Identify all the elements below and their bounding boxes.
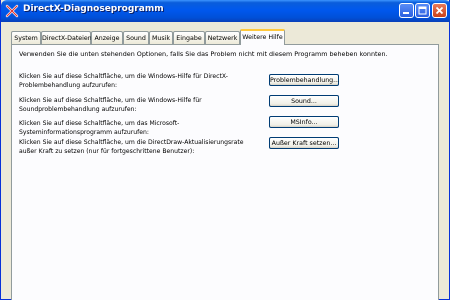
tab-netzwerk[interactable]: Netzwerk [205,31,240,44]
sound-button[interactable]: Sound... [269,95,339,107]
msinfo-button[interactable]: MSInfo... [269,116,339,128]
row-description-msinfo: Klicken Sie auf diese Schaltfläche, um d… [19,120,180,136]
maximize-icon [418,6,427,15]
tab-panel-weitere-hilfe: Verwenden Sie die unten stehenden Option… [11,44,439,300]
intro-text: Verwenden Sie die unten stehenden Option… [19,50,388,58]
title-bar[interactable]: DirectX-Diagnoseprogramm [1,0,450,22]
tab-musik[interactable]: Musik [149,31,173,44]
minimize-button[interactable] [399,3,414,18]
tab-sound[interactable]: Sound [123,31,149,44]
row-description-sound: Klicken Sie auf diese Schaltfläche, um d… [19,97,202,113]
directx-diagnostic-window: DirectX-Diagnoseprogramm System DirectX-… [0,0,450,300]
tab-directx-dateien[interactable]: DirectX-Dateien [41,31,92,44]
close-button[interactable] [432,3,447,18]
tab-system[interactable]: System [11,31,41,44]
close-icon [435,6,444,15]
row-description-ausser-kraft: Klicken Sie auf diese Schaltfläche, um d… [19,139,244,155]
row-description-problembehandlung: Klicken Sie auf diese Schaltfläche, um d… [19,73,228,89]
tab-eingabe[interactable]: Eingabe [173,31,205,44]
window-title: DirectX-Diagnoseprogramm [23,4,164,14]
tab-weitere-hilfe[interactable]: Weitere Hilfe [240,29,285,45]
directx-app-icon [5,4,19,18]
tab-anzeige[interactable]: Anzeige [91,31,123,44]
ausser-kraft-setzen-button[interactable]: Außer Kraft setzen... [269,137,339,149]
maximize-button[interactable] [415,3,430,18]
problembehandlung-button[interactable]: Problembehandlung... [269,74,339,86]
minimize-icon [403,12,409,14]
